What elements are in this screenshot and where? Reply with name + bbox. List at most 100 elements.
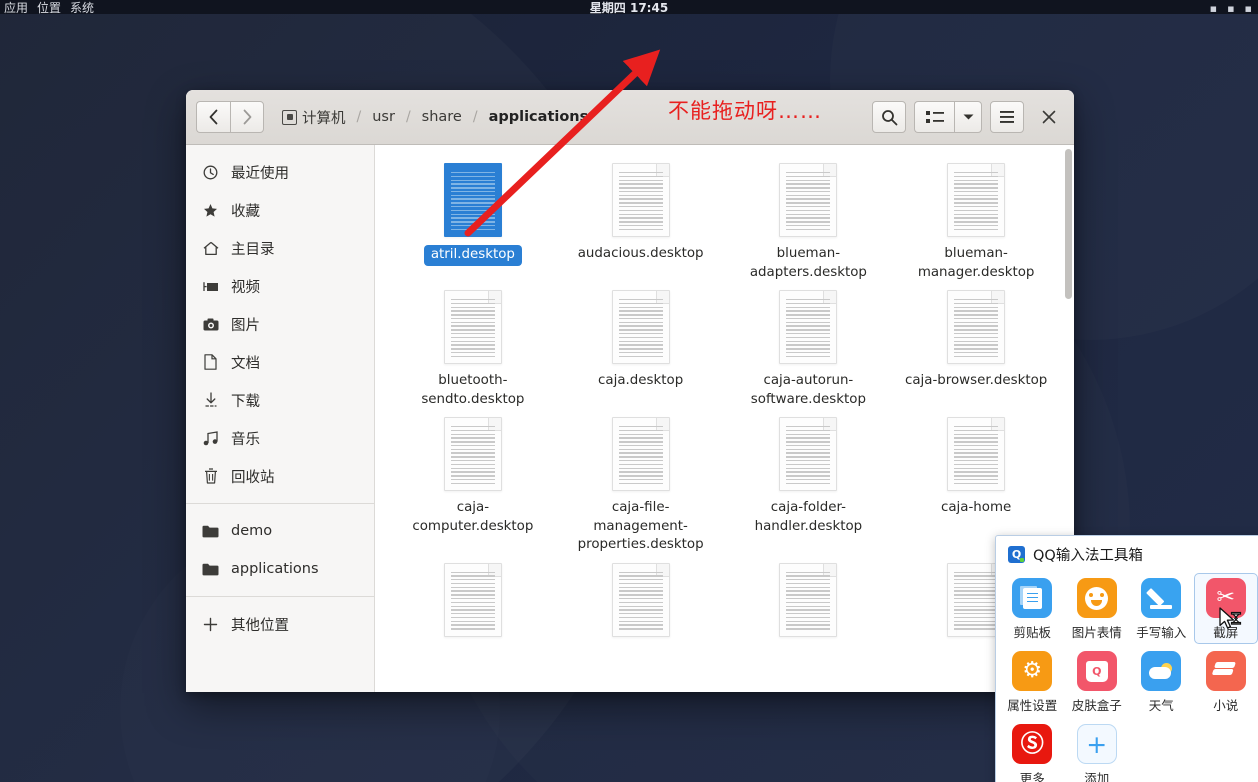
scissors-icon: ✂ — [1205, 578, 1246, 618]
camera-icon — [202, 318, 219, 331]
qq-tool-skin[interactable]: Q 皮肤盒子 — [1065, 646, 1130, 717]
file-item[interactable] — [725, 557, 893, 645]
document-file-icon — [611, 290, 670, 364]
qq-tool-settings[interactable]: ⚙ 属性设置 — [1000, 646, 1065, 717]
file-item[interactable]: audacious.desktop — [557, 157, 725, 282]
desktop: 应用 位置 系统 星期四 17:45 ▪ ▪ ▪ 计算机 / usr / sha… — [0, 0, 1258, 782]
document-file-icon — [947, 163, 1006, 237]
tray-icon[interactable]: ▪ — [1210, 3, 1217, 14]
search-button[interactable] — [872, 101, 906, 133]
back-button[interactable] — [196, 101, 230, 133]
sidebar-item-music[interactable]: 音乐 — [186, 419, 374, 457]
file-item[interactable]: blueman-adapters.desktop — [725, 157, 893, 282]
sidebar-item-favorites[interactable]: 收藏 — [186, 191, 374, 229]
file-item[interactable]: caja-autorun-software.desktop — [725, 284, 893, 409]
forward-button[interactable] — [230, 101, 264, 133]
layers-icon — [1205, 651, 1246, 691]
breadcrumb-separator: / — [405, 109, 411, 125]
file-item[interactable]: atril.desktop — [389, 157, 557, 282]
sidebar-item-label: applications — [231, 561, 319, 577]
gear-icon: ⚙ — [1012, 651, 1053, 691]
file-name: audacious.desktop — [577, 246, 704, 261]
file-item[interactable]: caja-file-management-properties.desktop — [557, 411, 725, 555]
qq-tool-label: 剪贴板 — [1013, 625, 1051, 640]
sidebar-item-label: 音乐 — [231, 431, 260, 448]
view-mode-dropdown-button[interactable] — [954, 101, 982, 133]
qq-tool-clipboard[interactable]: 剪贴板 — [1000, 573, 1065, 644]
document-file-icon — [443, 562, 502, 637]
navigation-buttons[interactable] — [196, 101, 264, 133]
file-item[interactable]: caja-home — [892, 411, 1060, 555]
sidebar-item-home[interactable]: 主目录 — [186, 229, 374, 267]
qq-tool-label: 属性设置 — [1007, 698, 1058, 713]
file-item[interactable] — [389, 557, 557, 645]
qq-tool-handwriting[interactable]: 手写输入 — [1129, 573, 1194, 644]
qq-tool-emoji[interactable]: 图片表情 — [1065, 573, 1130, 644]
chevron-down-icon — [963, 114, 973, 120]
file-item[interactable]: caja.desktop — [557, 284, 725, 409]
doc-lines — [618, 571, 663, 630]
sidebar-item-label: 视频 — [231, 279, 260, 296]
breadcrumb[interactable]: 计算机 / usr / share / applications — [276, 104, 594, 131]
sidebar-item-trash[interactable]: 回收站 — [186, 457, 374, 495]
sidebar-item-label: demo — [231, 523, 273, 539]
file-item[interactable] — [557, 557, 725, 645]
file-item[interactable]: caja-computer.desktop — [389, 411, 557, 555]
top-panel[interactable]: 应用 位置 系统 星期四 17:45 ▪ ▪ ▪ — [0, 0, 1258, 14]
qq-tool-add[interactable]: + 添加 — [1065, 719, 1130, 782]
sidebar-item-documents[interactable]: 文档 — [186, 343, 374, 381]
breadcrumb-item-usr[interactable]: usr — [366, 106, 401, 128]
tray-icon[interactable]: ▪ — [1227, 3, 1234, 14]
qq-tool-weather[interactable]: 天气 — [1129, 646, 1194, 717]
file-grid-area[interactable]: atril.desktop audacious.desktop blueman-… — [375, 145, 1074, 692]
star-icon — [202, 203, 219, 218]
plus-icon: + — [1076, 724, 1117, 764]
clock[interactable]: 星期四 17:45 — [0, 2, 1258, 14]
breadcrumb-item-applications[interactable]: applications — [483, 106, 595, 128]
sidebar-item-recent[interactable]: 最近使用 — [186, 153, 374, 191]
document-file-icon — [611, 417, 670, 491]
doc-lines — [450, 426, 495, 485]
scrollbar-thumb[interactable] — [1065, 149, 1072, 299]
file-name: blueman-manager.desktop — [917, 246, 1035, 280]
file-item[interactable]: caja-folder-handler.desktop — [725, 411, 893, 555]
qq-tool-label: 更多 — [1019, 771, 1045, 782]
file-item[interactable]: bluetooth-sendto.desktop — [389, 284, 557, 409]
sidebar-item-pictures[interactable]: 图片 — [186, 305, 374, 343]
qq-toolbox-grid: 剪贴板 图片表情 手写输入 ✂ 截屏 ⚙ 属性设置 Q 皮肤盒子 天气 小说 Ⓢ… — [996, 569, 1258, 782]
qq-tool-novel[interactable]: 小说 — [1194, 646, 1258, 717]
document-file-icon — [443, 290, 502, 364]
sidebar-item-demo[interactable]: demo — [186, 512, 374, 550]
sidebar-item-downloads[interactable]: 下载 — [186, 381, 374, 419]
cloud-sun-icon — [1141, 651, 1182, 691]
doc-lines — [786, 426, 831, 485]
file-manager-body: 最近使用 收藏 主目录 视频 图片 文档 下载 音乐 回收站 demo appl… — [186, 145, 1074, 692]
sidebar-item-other-locations[interactable]: 其他位置 — [186, 605, 374, 643]
view-mode-button[interactable] — [914, 101, 954, 133]
tray-area[interactable]: ▪ ▪ ▪ — [1210, 3, 1252, 14]
qq-input-toolbox-panel[interactable]: Q QQ输入法工具箱 剪贴板 图片表情 手写输入 ✂ 截屏 ⚙ 属性设置 Q 皮… — [995, 535, 1258, 782]
tray-icon[interactable]: ▪ — [1245, 3, 1252, 14]
qq-tool-label: 图片表情 — [1071, 625, 1122, 640]
close-button[interactable] — [1034, 102, 1064, 132]
hamburger-menu-icon — [1000, 111, 1014, 123]
plus-icon — [202, 617, 219, 632]
chevron-right-icon — [243, 109, 251, 125]
file-item[interactable]: caja-browser.desktop — [892, 284, 1060, 409]
document-file-icon — [779, 290, 838, 364]
sidebar-item-videos[interactable]: 视频 — [186, 267, 374, 305]
breadcrumb-item-share[interactable]: share — [416, 106, 468, 128]
pencil-icon — [1141, 578, 1182, 618]
file-manager-window[interactable]: 计算机 / usr / share / applications 最近使用 收藏… — [186, 90, 1074, 692]
breadcrumb-item-computer[interactable]: 计算机 — [276, 104, 352, 131]
menu-button[interactable] — [990, 101, 1024, 133]
document-file-icon — [779, 163, 838, 237]
file-name: atril.desktop — [423, 245, 522, 266]
qq-tool-label: 皮肤盒子 — [1071, 698, 1122, 713]
file-item[interactable]: blueman-manager.desktop — [892, 157, 1060, 282]
sidebar-item-applications[interactable]: applications — [186, 550, 374, 588]
qq-tool-screenshot[interactable]: ✂ 截屏 — [1193, 573, 1258, 644]
document-file-icon — [443, 163, 502, 237]
search-icon — [881, 109, 897, 125]
qq-tool-more[interactable]: Ⓢ 更多 — [1000, 719, 1065, 782]
